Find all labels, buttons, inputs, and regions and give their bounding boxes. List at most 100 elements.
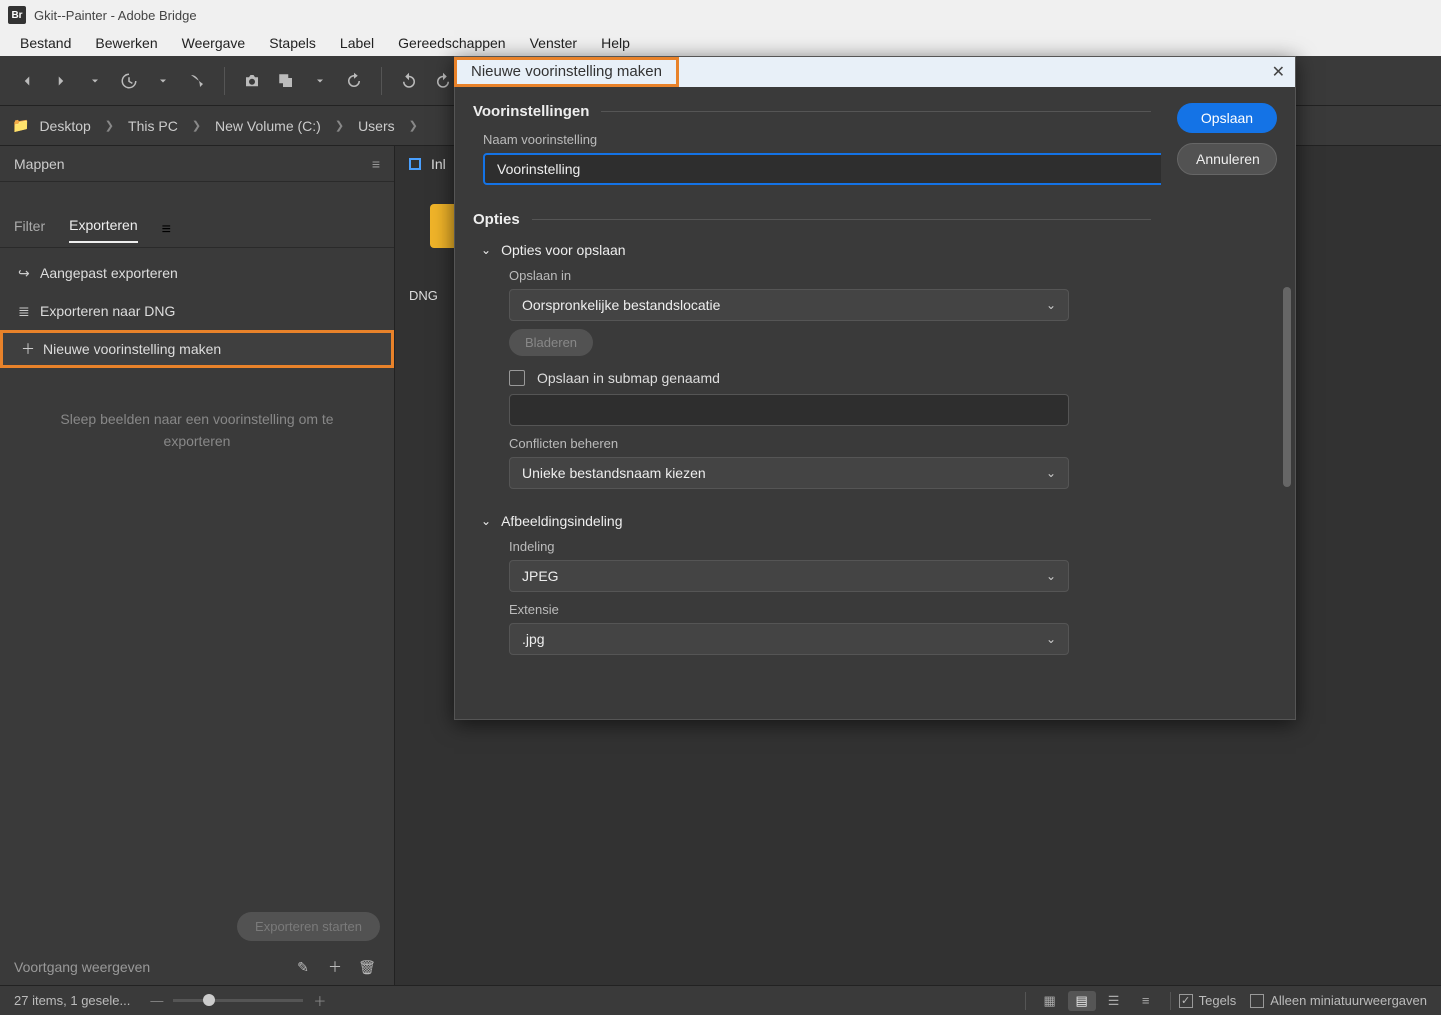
conflicts-label: Conflicten beheren — [509, 436, 1151, 451]
menu-bewerken[interactable]: Bewerken — [83, 32, 169, 54]
save-subfolder-label: Opslaan in submap genaamd — [537, 370, 720, 386]
export-item-label: Nieuwe voorinstelling maken — [43, 341, 221, 357]
view-details-icon[interactable]: ☰ — [1100, 991, 1128, 1011]
view-grid-icon[interactable]: ▦ — [1036, 991, 1064, 1011]
extension-select[interactable]: .jpg⌄ — [509, 623, 1069, 655]
rotate-ccw-icon[interactable] — [394, 66, 424, 96]
chevron-down-icon: ⌄ — [1046, 632, 1056, 646]
crumb-thispc[interactable]: This PC — [128, 118, 178, 134]
chevron-down-icon: ⌄ — [481, 514, 491, 528]
panel-header-mappen[interactable]: Mappen ≡ — [0, 146, 394, 182]
chevron-right-icon: ❯ — [192, 119, 201, 132]
nav-back-button[interactable] — [12, 66, 42, 96]
progress-label[interactable]: Voortgang weergeven — [14, 959, 150, 975]
dialog-scrollbar[interactable] — [1283, 287, 1291, 487]
menu-weergave[interactable]: Weergave — [170, 32, 258, 54]
subfolder-name-input[interactable] — [509, 394, 1069, 426]
batch-icon[interactable] — [271, 66, 301, 96]
new-preset-dialog: Nieuwe voorinstelling maken ✕ Voorinstel… — [454, 56, 1296, 720]
export-start-button[interactable]: Exporteren starten — [237, 912, 380, 941]
preset-name-label: Naam voorinstelling — [483, 132, 1151, 147]
conflicts-select[interactable]: Unieke bestandsnaam kiezen⌄ — [509, 457, 1069, 489]
titlebar: Br Gkit--Painter - Adobe Bridge — [0, 0, 1441, 30]
pencil-icon[interactable]: ✎ — [290, 959, 316, 976]
tab-menu-icon[interactable]: ≡ — [162, 221, 171, 239]
statusbar: 27 items, 1 gesele... — ＋ ▦ ▤ ☰ ≡ ✓ Tege… — [0, 985, 1441, 1015]
view-list-icon[interactable]: ≡ — [1132, 991, 1160, 1011]
panel-menu-icon[interactable]: ≡ — [372, 156, 380, 172]
trash-icon[interactable]: 🗑 — [354, 959, 380, 976]
menu-stapels[interactable]: Stapels — [257, 32, 328, 54]
export-item-label: Exporteren naar DNG — [40, 303, 175, 319]
left-panel: Mappen ≡ Filter Exporteren ≡ ↪ Aangepast… — [0, 146, 395, 985]
history-button[interactable] — [114, 66, 144, 96]
tab-exporteren[interactable]: Exporteren — [69, 217, 137, 243]
thumbs-only-checkbox[interactable] — [1250, 994, 1264, 1008]
section-options: Opties — [473, 211, 1151, 228]
menu-bestand[interactable]: Bestand — [8, 32, 83, 54]
crumb-users[interactable]: Users — [358, 118, 395, 134]
menubar: Bestand Bewerken Weergave Stapels Label … — [0, 30, 1441, 56]
chevron-down-icon: ⌄ — [1046, 569, 1056, 583]
select-indicator[interactable] — [409, 158, 421, 170]
format-label: Indeling — [509, 539, 1151, 554]
menu-gereedschappen[interactable]: Gereedschappen — [386, 32, 517, 54]
thumbnail-size-slider[interactable] — [173, 999, 303, 1002]
nav-dropdown[interactable] — [80, 66, 110, 96]
content-header-label: Inl — [431, 156, 446, 172]
chevron-right-icon: ❯ — [335, 119, 344, 132]
drop-hint: Sleep beelden naar een voorinstelling om… — [0, 408, 394, 453]
chevron-right-icon: ❯ — [105, 119, 114, 132]
window-title: Gkit--Painter - Adobe Bridge — [34, 8, 197, 23]
save-options-toggle[interactable]: ⌄ Opties voor opslaan — [481, 242, 1151, 258]
tab-filter[interactable]: Filter — [14, 218, 45, 242]
plus-icon[interactable]: ＋ — [322, 957, 348, 977]
history-dropdown[interactable] — [148, 66, 178, 96]
save-in-select[interactable]: Oorspronkelijke bestandslocatie⌄ — [509, 289, 1069, 321]
status-items-text: 27 items, 1 gesele... — [14, 993, 130, 1008]
refresh-icon[interactable] — [339, 66, 369, 96]
browse-button[interactable]: Bladeren — [509, 329, 593, 356]
zoom-plus-icon[interactable]: ＋ — [313, 991, 326, 1010]
menu-venster[interactable]: Venster — [518, 32, 589, 54]
camera-import-icon[interactable] — [237, 66, 267, 96]
export-item-new-preset[interactable]: ＋ Nieuwe voorinstelling maken — [0, 330, 394, 368]
nav-forward-button[interactable] — [46, 66, 76, 96]
separator — [224, 67, 225, 95]
save-in-label: Opslaan in — [509, 268, 1151, 283]
dialog-titlebar: Nieuwe voorinstelling maken ✕ — [455, 57, 1295, 87]
export-list: ↪ Aangepast exporteren ≣ Exporteren naar… — [0, 248, 394, 368]
image-format-toggle[interactable]: ⌄ Afbeeldingsindeling — [481, 513, 1151, 529]
plus-icon: ＋ — [21, 339, 43, 359]
panel-title: Mappen — [14, 156, 65, 172]
section-presets: Voorinstellingen — [473, 103, 1151, 120]
close-icon[interactable]: ✕ — [1272, 62, 1285, 82]
batch-dropdown[interactable] — [305, 66, 335, 96]
save-subfolder-row[interactable]: Opslaan in submap genaamd — [509, 370, 1151, 386]
format-select[interactable]: JPEG⌄ — [509, 560, 1069, 592]
cancel-button[interactable]: Annuleren — [1177, 143, 1277, 175]
save-subfolder-checkbox[interactable] — [509, 370, 525, 386]
list-icon: ≣ — [18, 303, 40, 320]
crumb-desktop[interactable]: Desktop — [39, 118, 90, 134]
crumb-volume[interactable]: New Volume (C:) — [215, 118, 321, 134]
export-item-dng[interactable]: ≣ Exporteren naar DNG — [0, 292, 394, 330]
app-icon: Br — [8, 6, 26, 24]
zoom-minus-icon[interactable]: — — [150, 993, 163, 1008]
chevron-right-icon: ❯ — [409, 119, 418, 132]
boomerang-icon[interactable] — [182, 66, 212, 96]
save-button[interactable]: Opslaan — [1177, 103, 1277, 133]
view-thumbs-icon[interactable]: ▤ — [1068, 991, 1096, 1011]
dialog-title: Nieuwe voorinstelling maken — [454, 57, 679, 87]
export-item-custom[interactable]: ↪ Aangepast exporteren — [0, 254, 394, 292]
folder-icon: 📁 — [12, 117, 29, 134]
preset-name-input[interactable] — [483, 153, 1161, 185]
chevron-down-icon: ⌄ — [1046, 466, 1056, 480]
tiles-checkbox[interactable]: ✓ — [1179, 994, 1193, 1008]
menu-label[interactable]: Label — [328, 32, 386, 54]
chevron-down-icon: ⌄ — [481, 243, 491, 257]
menu-help[interactable]: Help — [589, 32, 642, 54]
export-item-label: Aangepast exporteren — [40, 265, 178, 281]
chevron-down-icon: ⌄ — [1046, 298, 1056, 312]
export-arrow-icon: ↪ — [18, 265, 40, 282]
